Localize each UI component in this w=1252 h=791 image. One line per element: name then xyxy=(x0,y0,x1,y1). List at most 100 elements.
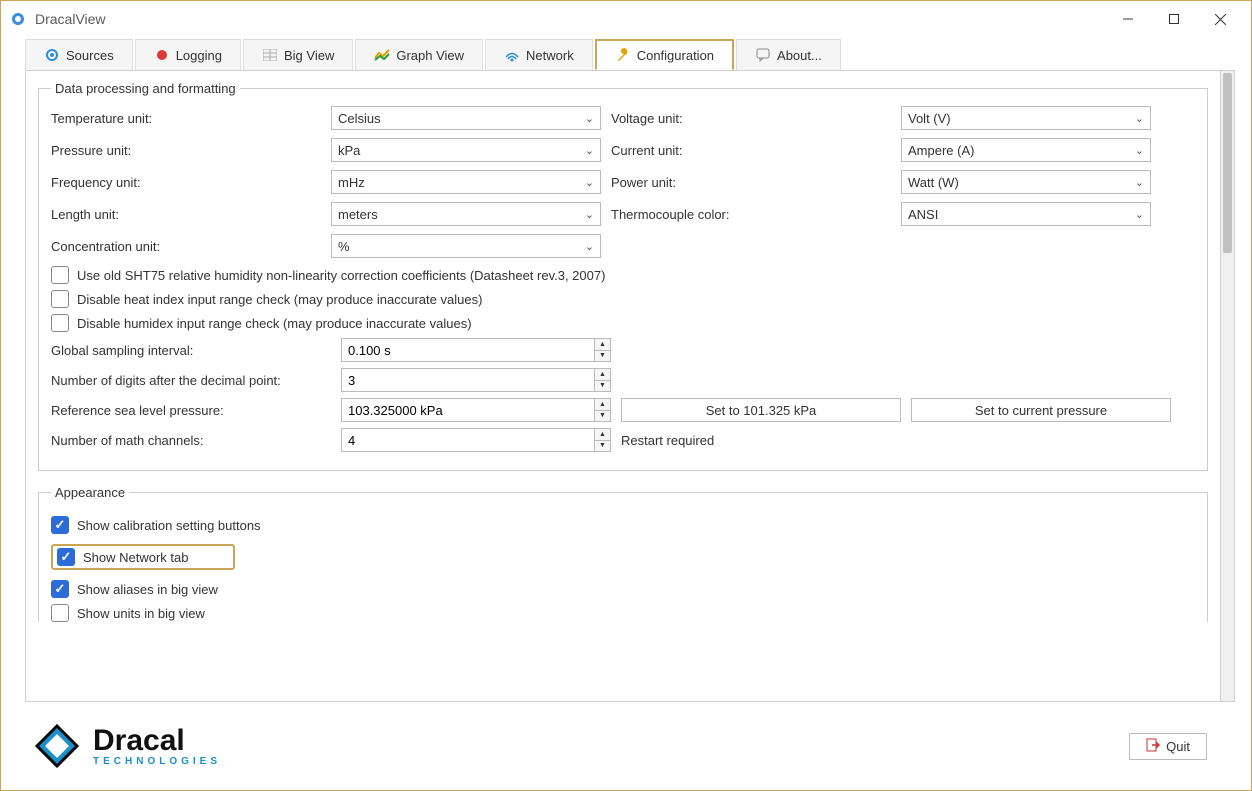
quit-button[interactable]: Quit xyxy=(1129,733,1207,760)
tab-graphview[interactable]: Graph View xyxy=(355,39,483,70)
maximize-button[interactable] xyxy=(1151,3,1197,35)
titlebar: DracalView xyxy=(1,1,1251,37)
chevron-down-icon: ⌄ xyxy=(585,176,594,189)
heat-index-label: Disable heat index input range check (ma… xyxy=(77,292,482,307)
chevron-down-icon: ⌄ xyxy=(1135,144,1144,157)
temperature-unit-label: Temperature unit: xyxy=(51,111,331,126)
data-processing-group: Data processing and formatting Temperatu… xyxy=(38,81,1208,471)
current-unit-select[interactable]: Ampere (A)⌄ xyxy=(901,138,1151,162)
tab-label: Big View xyxy=(284,48,334,63)
set-current-pressure-button[interactable]: Set to current pressure xyxy=(911,398,1171,422)
chevron-down-icon: ⌄ xyxy=(585,208,594,221)
scrollbar-thumb[interactable] xyxy=(1223,73,1232,253)
restart-note: Restart required xyxy=(621,433,1195,448)
show-calibration-label: Show calibration setting buttons xyxy=(77,518,261,533)
scrollbar[interactable] xyxy=(1221,70,1235,702)
highlighted-option: Show Network tab xyxy=(51,544,235,570)
voltage-unit-label: Voltage unit: xyxy=(611,111,901,126)
wifi-icon xyxy=(504,47,520,63)
sht75-checkbox[interactable] xyxy=(51,266,69,284)
close-button[interactable] xyxy=(1197,3,1243,35)
pressure-unit-select[interactable]: kPa⌄ xyxy=(331,138,601,162)
tab-configuration[interactable]: Configuration xyxy=(595,39,734,70)
step-up-icon[interactable]: ▲ xyxy=(595,369,610,381)
math-channels-input[interactable]: ▲▼ xyxy=(341,428,611,452)
tab-label: Configuration xyxy=(637,48,714,63)
voltage-unit-select[interactable]: Volt (V)⌄ xyxy=(901,106,1151,130)
step-up-icon[interactable]: ▲ xyxy=(595,429,610,441)
sht75-label: Use old SHT75 relative humidity non-line… xyxy=(77,268,605,283)
show-calibration-checkbox[interactable] xyxy=(51,516,69,534)
step-down-icon[interactable]: ▼ xyxy=(595,381,610,392)
chart-icon xyxy=(374,47,390,63)
dracal-logo: Dracal TECHNOLOGIES xyxy=(31,720,221,772)
concentration-unit-select[interactable]: %⌄ xyxy=(331,234,601,258)
tab-bigview[interactable]: Big View xyxy=(243,39,353,70)
window-title: DracalView xyxy=(35,11,106,27)
current-unit-label: Current unit: xyxy=(611,143,901,158)
configuration-panel: Data processing and formatting Temperatu… xyxy=(25,70,1221,702)
humidex-checkbox[interactable] xyxy=(51,314,69,332)
tab-network[interactable]: Network xyxy=(485,39,593,70)
heat-index-checkbox[interactable] xyxy=(51,290,69,308)
sampling-interval-label: Global sampling interval: xyxy=(51,343,331,358)
sampling-interval-input[interactable]: ▲▼ xyxy=(341,338,611,362)
appearance-group: Appearance Show calibration setting butt… xyxy=(38,485,1208,622)
step-down-icon[interactable]: ▼ xyxy=(595,411,610,422)
show-network-checkbox[interactable] xyxy=(57,548,75,566)
power-unit-select[interactable]: Watt (W)⌄ xyxy=(901,170,1151,194)
quit-label: Quit xyxy=(1166,739,1190,754)
step-up-icon[interactable]: ▲ xyxy=(595,399,610,411)
app-window: DracalView Sources Logging Big View Grap… xyxy=(0,0,1252,791)
tab-label: Network xyxy=(526,48,574,63)
set-default-pressure-button[interactable]: Set to 101.325 kPa xyxy=(621,398,901,422)
step-up-icon[interactable]: ▲ xyxy=(595,339,610,351)
chevron-down-icon: ⌄ xyxy=(1135,112,1144,125)
math-channels-label: Number of math channels: xyxy=(51,433,331,448)
tab-logging[interactable]: Logging xyxy=(135,39,241,70)
frequency-unit-label: Frequency unit: xyxy=(51,175,331,190)
chevron-down-icon: ⌄ xyxy=(585,240,594,253)
group-legend: Appearance xyxy=(51,485,129,500)
temperature-unit-select[interactable]: Celsius⌄ xyxy=(331,106,601,130)
show-network-label: Show Network tab xyxy=(83,550,229,565)
footer: Dracal TECHNOLOGIES Quit xyxy=(1,702,1251,790)
record-icon xyxy=(154,47,170,63)
tab-about[interactable]: About... xyxy=(736,39,841,70)
minimize-button[interactable] xyxy=(1105,3,1151,35)
logo-subtext: TECHNOLOGIES xyxy=(93,756,221,767)
show-aliases-checkbox[interactable] xyxy=(51,580,69,598)
tab-label: About... xyxy=(777,48,822,63)
chevron-down-icon: ⌄ xyxy=(585,144,594,157)
tab-label: Sources xyxy=(66,48,114,63)
length-unit-select[interactable]: meters⌄ xyxy=(331,202,601,226)
length-unit-label: Length unit: xyxy=(51,207,331,222)
show-units-label: Show units in big view xyxy=(77,606,205,621)
chevron-down-icon: ⌄ xyxy=(1135,208,1144,221)
tab-label: Graph View xyxy=(396,48,464,63)
show-units-checkbox[interactable] xyxy=(51,604,69,622)
wrench-icon xyxy=(615,47,631,63)
chevron-down-icon: ⌄ xyxy=(585,112,594,125)
concentration-unit-label: Concentration unit: xyxy=(51,239,331,254)
grid-icon xyxy=(262,47,278,63)
power-unit-label: Power unit: xyxy=(611,175,901,190)
frequency-unit-select[interactable]: mHz⌄ xyxy=(331,170,601,194)
decimal-digits-input[interactable]: ▲▼ xyxy=(341,368,611,392)
tab-sources[interactable]: Sources xyxy=(25,39,133,70)
step-down-icon[interactable]: ▼ xyxy=(595,441,610,452)
app-icon xyxy=(9,10,27,28)
thermocouple-select[interactable]: ANSI⌄ xyxy=(901,202,1151,226)
decimal-digits-label: Number of digits after the decimal point… xyxy=(51,373,331,388)
exit-icon xyxy=(1146,738,1160,755)
tab-label: Logging xyxy=(176,48,222,63)
ref-pressure-input[interactable]: ▲▼ xyxy=(341,398,611,422)
step-down-icon[interactable]: ▼ xyxy=(595,351,610,362)
group-legend: Data processing and formatting xyxy=(51,81,240,96)
pressure-unit-label: Pressure unit: xyxy=(51,143,331,158)
speech-icon xyxy=(755,47,771,63)
show-aliases-label: Show aliases in big view xyxy=(77,582,218,597)
logo-icon xyxy=(31,720,83,772)
ref-pressure-label: Reference sea level pressure: xyxy=(51,403,331,418)
thermocouple-label: Thermocouple color: xyxy=(611,207,901,222)
